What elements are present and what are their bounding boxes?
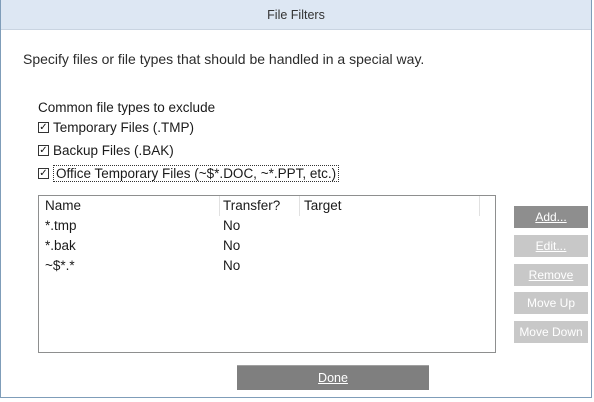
filter-list[interactable]: Name Transfer? Target *.tmp No *.bak No … <box>38 195 496 353</box>
done-button-label: Done <box>318 371 348 385</box>
list-header: Name Transfer? Target <box>39 196 495 216</box>
checkbox-backup-files[interactable]: ✓ Backup Files (.BAK) <box>38 143 174 158</box>
column-header-target[interactable]: Target <box>304 198 342 213</box>
done-button[interactable]: Done <box>237 365 429 390</box>
edit-button-label: Edit... <box>535 239 567 253</box>
intro-text: Specify files or file types that should … <box>23 51 425 67</box>
file-filters-dialog: File Filters Specify files or file types… <box>0 0 592 398</box>
table-row[interactable]: ~$*.* No <box>39 256 495 276</box>
checkbox-office-temp-files-box[interactable]: ✓ <box>38 168 49 179</box>
column-header-name[interactable]: Name <box>45 198 81 213</box>
common-types-label: Common file types to exclude <box>38 100 216 115</box>
checkbox-office-temp-files-label: Office Temporary Files (~$*.DOC, ~*.PPT,… <box>53 165 340 182</box>
remove-button-label: Remove <box>528 268 574 282</box>
column-divider[interactable] <box>479 196 480 216</box>
row-transfer: No <box>223 238 241 253</box>
row-name: *.tmp <box>45 218 77 233</box>
table-row[interactable]: *.tmp No <box>39 216 495 236</box>
row-name: *.bak <box>45 238 76 253</box>
remove-button[interactable]: Remove <box>514 264 588 286</box>
checkbox-office-temp-files[interactable]: ✓ Office Temporary Files (~$*.DOC, ~*.PP… <box>38 165 340 182</box>
table-row[interactable]: *.bak No <box>39 236 495 256</box>
checkbox-temporary-files-label: Temporary Files (.TMP) <box>53 120 195 135</box>
checkbox-temporary-files[interactable]: ✓ Temporary Files (.TMP) <box>38 120 194 135</box>
row-transfer: No <box>223 218 241 233</box>
column-header-transfer[interactable]: Transfer? <box>223 198 280 213</box>
row-transfer: No <box>223 258 241 273</box>
edit-button[interactable]: Edit... <box>514 235 588 257</box>
move-down-button[interactable]: Move Down <box>514 321 588 343</box>
move-up-button[interactable]: Move Up <box>514 292 588 314</box>
checkbox-backup-files-label: Backup Files (.BAK) <box>53 143 174 158</box>
add-button[interactable]: Add... <box>514 206 588 228</box>
title-bar: File Filters <box>1 0 591 30</box>
move-down-button-label: Move Down <box>519 325 583 339</box>
checkbox-temporary-files-box[interactable]: ✓ <box>38 122 49 133</box>
move-up-button-label: Move Up <box>526 296 576 310</box>
column-divider[interactable] <box>219 196 220 216</box>
add-button-label: Add... <box>535 210 567 224</box>
row-name: ~$*.* <box>45 258 75 273</box>
window-title: File Filters <box>267 7 325 22</box>
column-divider[interactable] <box>299 196 300 216</box>
checkbox-backup-files-box[interactable]: ✓ <box>38 145 49 156</box>
